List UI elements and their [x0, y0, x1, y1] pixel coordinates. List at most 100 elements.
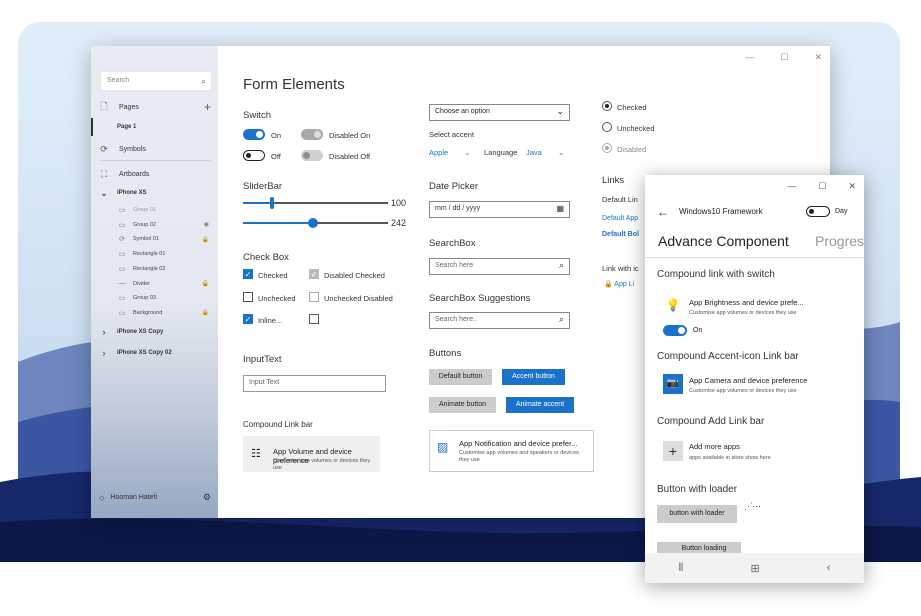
- day-toggle[interactable]: [806, 206, 830, 217]
- option-dropdown[interactable]: Choose an option ⌄: [429, 104, 570, 121]
- chevron-down-icon: ⌄: [100, 187, 108, 198]
- slider-thumb-1[interactable]: [270, 197, 274, 209]
- slider-heading: SliderBar: [243, 181, 283, 192]
- maximize-icon[interactable]: ☐: [818, 181, 826, 192]
- chevron-right-icon: ›: [102, 327, 106, 337]
- notification-card[interactable]: ▨ App Notification and device prefer... …: [429, 430, 594, 472]
- brightness-toggle[interactable]: [663, 325, 687, 336]
- default-app-link[interactable]: Default App: [602, 215, 638, 222]
- java-value: Java: [526, 148, 542, 157]
- switch-off-toggle[interactable]: [243, 150, 265, 161]
- slider-track-1[interactable]: [243, 202, 388, 204]
- sidebar-layer-item[interactable]: — Divider 🔒: [91, 277, 218, 291]
- eye-icon[interactable]: ◉: [204, 221, 209, 228]
- lock-icon[interactable]: 🔒: [202, 309, 209, 316]
- default-link-label: Default Lin: [602, 195, 638, 204]
- sidebar-iphone-xs[interactable]: ⌄ iPhone XS: [91, 184, 218, 202]
- sidebar-search-input[interactable]: Search ⌕: [100, 71, 212, 91]
- animate-button[interactable]: Animate button: [429, 397, 496, 413]
- window-controls: — ☐ ✕: [787, 181, 856, 192]
- maximize-icon[interactable]: ☐: [780, 52, 788, 63]
- default-button[interactable]: Default button: [429, 369, 492, 385]
- sidebar-layer-item[interactable]: ▭ Group 01: [91, 203, 218, 217]
- section-button-loader: Button with loader: [657, 484, 738, 495]
- sidebar-layer-item[interactable]: ▭ Background 🔒: [91, 306, 218, 320]
- sidebar-iphone-copy[interactable]: › iPhone XS Copy: [91, 323, 218, 341]
- checkbox-inline-2[interactable]: [309, 314, 319, 324]
- accent-button[interactable]: Accent button: [502, 369, 565, 385]
- sidebar-item-page1[interactable]: Page 1: [91, 118, 218, 136]
- chevron-down-icon: ⌄: [557, 148, 565, 157]
- apple-value: Apple: [429, 148, 449, 157]
- switch-on-toggle[interactable]: [243, 129, 265, 140]
- tab-advance-component[interactable]: Advance Component: [658, 233, 789, 249]
- checkbox-checked-label: Checked: [258, 271, 288, 280]
- add-apps-title[interactable]: Add more apps: [689, 442, 740, 451]
- date-picker-input[interactable]: mm / dd / yyyy ▦: [429, 201, 570, 218]
- lock-icon[interactable]: 🔒: [202, 236, 209, 243]
- slider-thumb-2[interactable]: [307, 218, 318, 228]
- search-icon[interactable]: ⌕: [559, 314, 564, 325]
- search-icon[interactable]: ⌕: [559, 260, 564, 271]
- brightness-title[interactable]: App Brightness and device prefe...: [689, 298, 804, 307]
- sidebar-layer-item[interactable]: ▭ Group 02 ◉: [91, 218, 218, 232]
- sidebar-layer-item[interactable]: ⟳ Symbol 01 🔒: [91, 232, 218, 246]
- user-row[interactable]: ◇ Hooman Hatefi ⚙: [99, 492, 211, 503]
- minimize-icon[interactable]: —: [787, 181, 796, 192]
- language-label: Language: [484, 148, 518, 157]
- back-icon[interactable]: ‹: [827, 562, 831, 574]
- sidebar-artboards: ⛶ Artboards: [91, 165, 218, 183]
- sidebar-layer-item[interactable]: ▭ Group 03: [91, 291, 218, 305]
- layer-icon: ▭: [118, 265, 126, 273]
- calendar-icon[interactable]: ▦: [556, 204, 564, 213]
- back-arrow-icon[interactable]: ←: [657, 205, 669, 219]
- text-input[interactable]: Input Text: [243, 375, 386, 392]
- checkbox-unchecked[interactable]: [243, 292, 253, 302]
- layer-icon: ⟳: [119, 236, 125, 244]
- links-heading: Links: [602, 175, 625, 186]
- app-link-with-icon[interactable]: 🔒 App Li: [604, 280, 634, 288]
- search-icon: ⌕: [200, 76, 206, 86]
- close-icon[interactable]: ✕: [848, 181, 856, 192]
- compound-link-card[interactable]: ☷ App Volume and device preference Custo…: [243, 436, 380, 472]
- copy1-label: iPhone XS Copy: [117, 329, 164, 335]
- lock-icon[interactable]: 🔒: [202, 280, 209, 287]
- accent-heading: Select accent: [429, 130, 475, 139]
- gear-icon[interactable]: ⚙: [203, 492, 211, 503]
- chevron-down-icon: ⌄: [464, 148, 471, 157]
- search-placeholder: Search: [107, 77, 130, 84]
- section-compound-switch: Compound link with switch: [657, 269, 775, 280]
- button-with-loader[interactable]: button with loader: [657, 505, 737, 523]
- camera-title[interactable]: App Camera and device preference: [689, 376, 807, 385]
- close-icon[interactable]: ✕: [814, 52, 822, 63]
- accent-apple-select[interactable]: Apple ⌄: [429, 148, 471, 157]
- add-page-icon[interactable]: +: [204, 100, 211, 114]
- menu-icon[interactable]: ⦀: [679, 562, 684, 575]
- chevron-right-icon: ›: [102, 348, 106, 358]
- sidebar-layer-item[interactable]: ▭ Rectangle 02: [91, 262, 218, 276]
- switch-heading: Switch: [243, 110, 271, 121]
- artboards-label: Artboards: [119, 170, 150, 178]
- layer-label: Group 01: [133, 207, 156, 213]
- radio-disabled: [602, 143, 612, 153]
- animate-accent-button[interactable]: Animate accent: [506, 397, 574, 413]
- sidebar-symbols[interactable]: ⟳ Symbols: [91, 140, 218, 158]
- default-bold-link[interactable]: Default Bol: [602, 231, 639, 238]
- checkbox-inline[interactable]: ✓: [243, 314, 253, 324]
- plus-icon[interactable]: +: [663, 441, 683, 461]
- suggestion-search-input[interactable]: Search here.. ⌕: [429, 312, 570, 329]
- checkbox-checked[interactable]: ✓: [243, 269, 253, 279]
- search-input[interactable]: Search here ⌕: [429, 258, 570, 275]
- suggestions-heading: SearchBox Suggestions: [429, 293, 531, 304]
- radio-unchecked[interactable]: [602, 122, 612, 132]
- minimize-icon[interactable]: —: [745, 52, 754, 63]
- tab-progress[interactable]: Progres: [815, 233, 864, 249]
- language-java-select[interactable]: Java ⌄: [526, 148, 564, 157]
- windows-icon[interactable]: ⊞: [750, 562, 759, 575]
- radio-checked[interactable]: [602, 101, 612, 111]
- layer-label: Group 02: [133, 221, 156, 228]
- sidebar-layer-item[interactable]: ▭ Rectangle 01: [91, 247, 218, 261]
- sidebar-iphone-copy2[interactable]: › iPhone XS Copy 02: [91, 344, 218, 362]
- radio-disabled-label: Disabled: [617, 145, 647, 154]
- equalizer-icon: ☷: [251, 448, 261, 460]
